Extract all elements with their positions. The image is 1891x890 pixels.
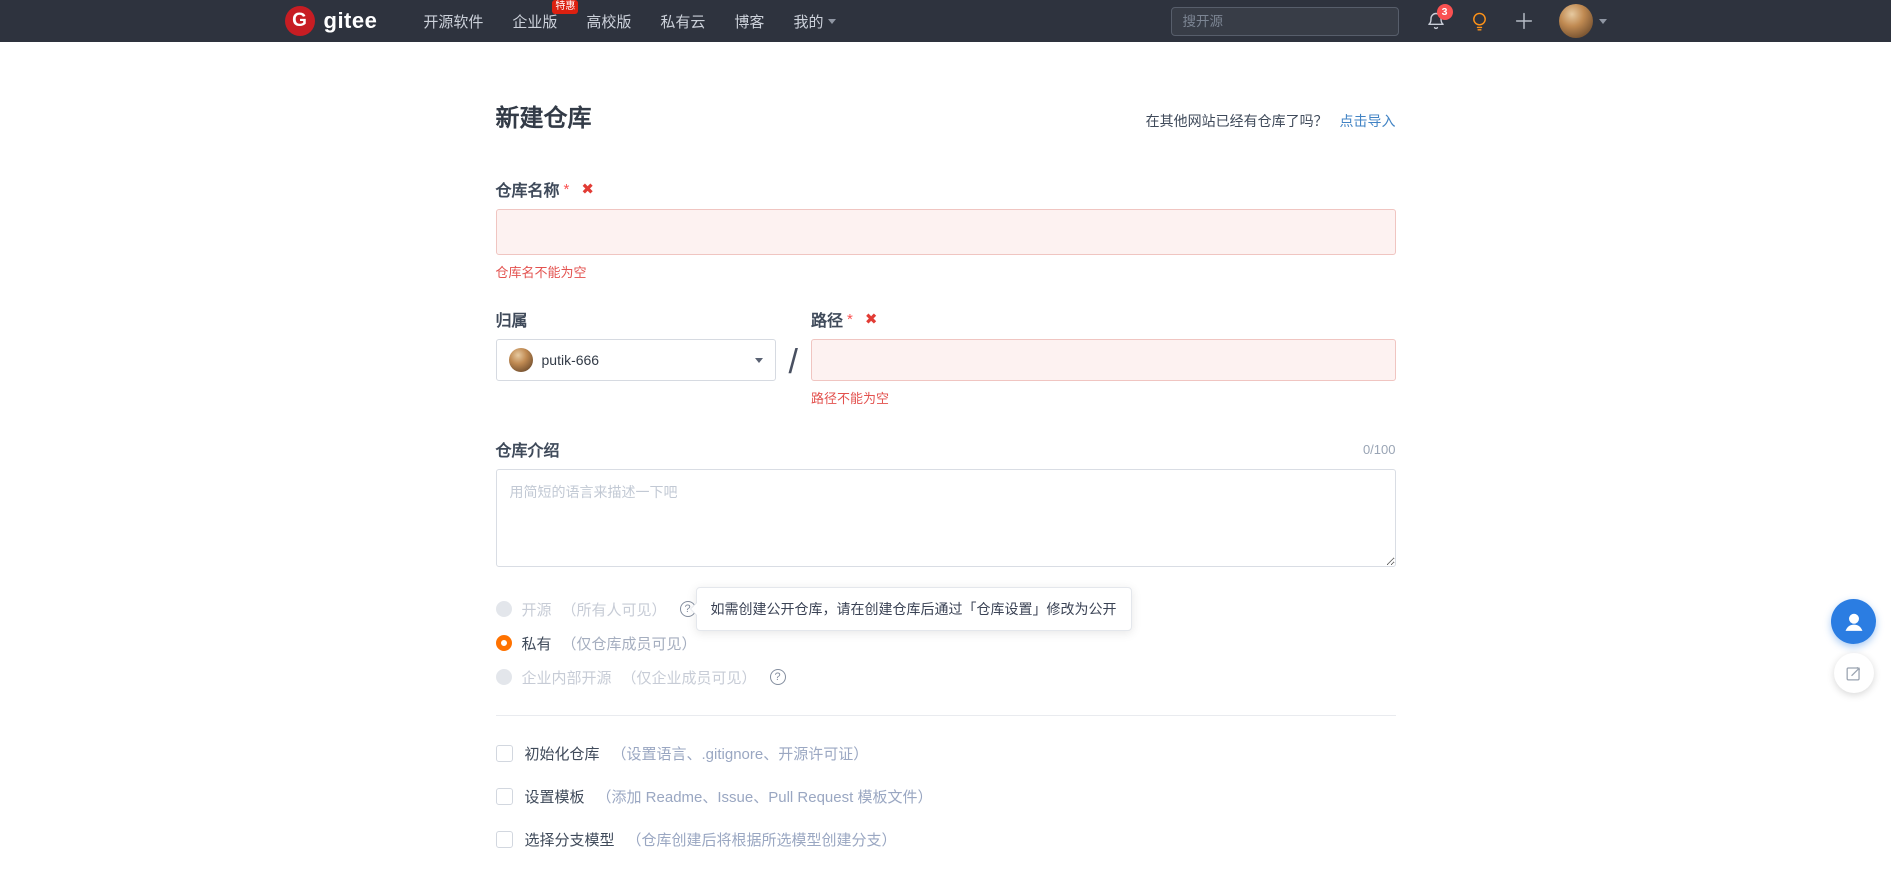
- chevron-down-icon: [1598, 18, 1607, 24]
- page-title: 新建仓库: [495, 105, 592, 132]
- checkbox-hint: （仓库创建后将根据所选模型创建分支）: [626, 832, 897, 849]
- nav-item-label: 企业版: [512, 13, 558, 31]
- path-separator: /: [788, 343, 798, 381]
- radio-hint: （仅企业成员可见）: [621, 669, 757, 687]
- radio-label: 私有: [521, 635, 552, 653]
- feedback-button[interactable]: [1833, 653, 1874, 693]
- description-label: 仓库介绍: [495, 443, 560, 460]
- checkbox-unchecked-icon[interactable]: [495, 788, 513, 805]
- nav-item-mine[interactable]: 我的: [793, 11, 837, 32]
- create-new-button[interactable]: [1513, 10, 1535, 32]
- radio-label: 开源: [521, 601, 552, 619]
- notifications-button[interactable]: 3: [1426, 4, 1453, 31]
- checkbox-unchecked-icon[interactable]: [495, 831, 513, 848]
- chevron-down-icon: [754, 357, 763, 363]
- checkbox-label: 选择分支模型: [524, 832, 615, 849]
- repo-name-error: 仓库名不能为空: [495, 265, 587, 280]
- option-init-repo: 初始化仓库 （设置语言、.gitignore、开源许可证）: [495, 743, 1396, 764]
- checkbox-label: 设置模板: [524, 789, 585, 806]
- path-label: 路径: [810, 313, 843, 330]
- radio-hint: （所有人可见）: [561, 601, 667, 619]
- new-repo-form: 新建仓库 在其他网站已经有仓库了吗？ 点击导入 仓库名称 * ✖ 仓库名不能为空…: [495, 42, 1396, 890]
- floating-widgets: [1831, 599, 1876, 693]
- customer-service-button[interactable]: [1831, 599, 1876, 644]
- nav-item-label: 我的: [793, 13, 824, 31]
- option-branch-model: 选择分支模型 （仓库创建后将根据所选模型创建分支）: [495, 829, 1396, 850]
- help-icon[interactable]: ?: [769, 669, 786, 685]
- import-question: 在其他网站已经有仓库了吗？: [1145, 113, 1328, 129]
- visibility-tooltip: 如需创建公开仓库，请在创建仓库后通过「仓库设置」修改为公开: [695, 587, 1132, 631]
- user-menu[interactable]: [1558, 4, 1607, 38]
- repo-name-label: 仓库名称: [495, 183, 560, 200]
- person-icon: [1845, 613, 1862, 631]
- option-templates: 设置模板 （添加 Readme、Issue、Pull Request 模板文件）: [495, 786, 1396, 807]
- edit-icon: [1846, 666, 1860, 680]
- error-x-icon: ✖: [581, 181, 594, 198]
- visibility-option-private[interactable]: 私有 （仅仓库成员可见）: [495, 631, 1396, 655]
- radio-hint: （仅仓库成员可见）: [561, 635, 697, 653]
- owner-avatar: [508, 348, 533, 372]
- checkbox-hint: （添加 Readme、Issue、Pull Request 模板文件）: [596, 789, 933, 806]
- repo-path-input[interactable]: [810, 339, 1396, 381]
- plus-icon: [1515, 12, 1532, 30]
- description-textarea[interactable]: [495, 469, 1396, 567]
- nav-item-education[interactable]: 高校版: [586, 11, 631, 32]
- lightbulb-button[interactable]: [1470, 11, 1489, 32]
- promo-badge: 特惠: [552, 0, 579, 14]
- repo-path-error: 路径不能为空: [810, 391, 889, 406]
- main-nav: 开源软件 企业版 特惠 高校版 私有云 博客 我的: [423, 0, 837, 32]
- radio-label: 企业内部开源: [521, 669, 612, 687]
- checkbox-unchecked-icon[interactable]: [495, 745, 513, 762]
- checkbox-label: 初始化仓库: [524, 746, 600, 763]
- radio-unchecked-icon: [495, 601, 512, 617]
- owner-label: 归属: [495, 313, 528, 330]
- required-asterisk: *: [563, 180, 570, 198]
- checkbox-hint: （设置语言、.gitignore、开源许可证）: [611, 746, 869, 763]
- repo-name-input[interactable]: [495, 209, 1396, 255]
- visibility-radio-group: 开源 （所有人可见） ? 如需创建公开仓库，请在创建仓库后通过「仓库设置」修改为…: [495, 587, 1396, 689]
- visibility-option-public: 开源 （所有人可见） ? 如需创建公开仓库，请在创建仓库后通过「仓库设置」修改为…: [495, 587, 1396, 631]
- owner-selected-value: putik-666: [541, 352, 600, 368]
- visibility-option-internal: 企业内部开源 （仅企业成员可见） ?: [495, 665, 1396, 689]
- import-link[interactable]: 点击导入: [1340, 113, 1396, 129]
- nav-item-blog[interactable]: 博客: [734, 11, 764, 32]
- top-navbar: G gitee 开源软件 企业版 特惠 高校版 私有云 博客 我的 搜开源 3: [0, 0, 1891, 42]
- nav-item-private-cloud[interactable]: 私有云: [660, 11, 705, 32]
- gitee-logo[interactable]: G gitee: [284, 6, 378, 36]
- radio-unchecked-icon: [495, 669, 512, 685]
- error-x-icon: ✖: [864, 311, 878, 328]
- search-input[interactable]: [1170, 6, 1399, 36]
- char-counter: 0/100: [1362, 441, 1396, 457]
- gitee-logo-icon: G: [284, 6, 315, 36]
- repo-options-group: 初始化仓库 （设置语言、.gitignore、开源许可证） 设置模板 （添加 R…: [495, 743, 1396, 850]
- lightbulb-icon: [1472, 12, 1486, 31]
- owner-select[interactable]: putik-666: [495, 339, 776, 381]
- brand-name: gitee: [323, 8, 378, 33]
- section-divider: [495, 715, 1396, 716]
- nav-item-enterprise[interactable]: 企业版 特惠: [512, 0, 579, 32]
- required-asterisk: *: [846, 310, 853, 328]
- chevron-down-icon: [828, 18, 837, 24]
- radio-selected-icon[interactable]: [495, 635, 512, 651]
- notification-badge: 3: [1436, 4, 1453, 20]
- avatar[interactable]: [1558, 4, 1593, 38]
- nav-item-opensource[interactable]: 开源软件: [423, 11, 483, 32]
